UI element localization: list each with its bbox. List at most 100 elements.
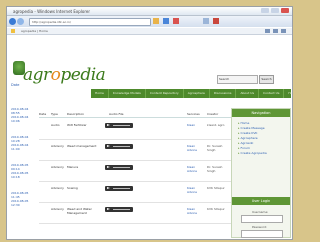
rss-icon[interactable] xyxy=(153,18,159,24)
play-icon[interactable] xyxy=(107,145,110,147)
audio-player[interactable] xyxy=(105,207,133,212)
creator-cell: KVK Sitapur xyxy=(207,207,225,211)
menu-item-home[interactable]: Home xyxy=(91,89,109,98)
play-icon[interactable] xyxy=(107,166,110,168)
navigation-panel: Navigation Home Create Message Create KV… xyxy=(231,108,291,238)
audio-player[interactable] xyxy=(105,165,133,170)
audio-seek-bar[interactable] xyxy=(113,146,130,147)
page-menu-icon[interactable] xyxy=(265,29,270,33)
date-link[interactable]: 2010-08-04 10:28 xyxy=(11,135,35,143)
print-icon[interactable] xyxy=(273,29,278,33)
creator-cell: Dr. Suresh Singh xyxy=(207,165,223,173)
menu-item-about-us[interactable]: About Us xyxy=(236,89,260,98)
page-tools xyxy=(265,29,286,33)
date-link[interactable]: 2010-08-05 09:14 xyxy=(11,163,35,171)
window-controls xyxy=(261,8,289,13)
table-row: Advisory Manure Kisan Advice Dr. Suresh … xyxy=(39,161,231,182)
table-row: Audio Wilt Fertilizer Kisan kisan1 agro xyxy=(39,119,231,140)
date-link[interactable]: 2010-08-04 10:06 xyxy=(11,115,35,123)
audio-player[interactable] xyxy=(105,144,133,149)
search-provider-icon[interactable] xyxy=(203,18,209,24)
menu-item-help[interactable]: Help xyxy=(284,89,292,98)
play-icon[interactable] xyxy=(107,187,110,189)
audio-seek-bar[interactable] xyxy=(113,188,130,189)
service-link[interactable]: Kisan Advice xyxy=(187,207,203,215)
menu-item-contact-us[interactable]: Contact Us xyxy=(259,89,285,98)
description-cell: Sowing xyxy=(67,186,78,190)
column-header: Description xyxy=(67,112,85,116)
audio-player[interactable] xyxy=(105,123,133,128)
password-field[interactable] xyxy=(241,230,283,238)
type-cell: Advisory xyxy=(51,144,64,148)
menu-item-knowledge-models[interactable]: Knowledge Models xyxy=(109,89,146,98)
date-link[interactable]: 2010-08-04 08:55 xyxy=(11,107,35,115)
service-link[interactable]: Kisan Advice xyxy=(187,144,203,152)
creator-cell: KVK Sitapur xyxy=(207,186,225,190)
description-cell: Weed management xyxy=(67,144,97,148)
panel-link[interactable]: Create Agropedia xyxy=(238,151,284,156)
description-cell: Weed and Water Management xyxy=(67,207,92,215)
favorites-star-icon[interactable] xyxy=(11,29,15,33)
minimize-button[interactable] xyxy=(261,8,269,13)
date-link[interactable]: 2010-08-05 10:18 xyxy=(11,171,35,179)
service-link[interactable]: Kisan xyxy=(187,123,195,127)
search-input[interactable]: Search xyxy=(217,75,258,84)
site-header: agropedia Search Search Home Knowledge M… xyxy=(7,35,292,103)
table-row: Advisory Weed management Kisan Advice Dr… xyxy=(39,140,231,161)
active-tab-label[interactable]: agropedia | Home xyxy=(21,29,48,33)
tools-menu-icon[interactable] xyxy=(281,29,286,33)
column-header: Audio File xyxy=(109,112,124,116)
menu-item-content-repository[interactable]: Content Repository xyxy=(146,89,184,98)
column-header: Creator xyxy=(207,112,219,116)
username-label: Username: xyxy=(252,210,269,214)
creator-cell: kisan1 agro xyxy=(207,123,225,127)
forward-arrow-icon[interactable] xyxy=(17,18,24,25)
home-icon[interactable] xyxy=(213,18,219,24)
back-arrow-icon[interactable] xyxy=(9,18,16,25)
type-cell: Advisory xyxy=(51,207,64,211)
address-bar[interactable]: http://agropedia.iitk.ac.in/ xyxy=(29,18,151,26)
type-cell: Audio xyxy=(51,123,60,127)
refresh-icon[interactable] xyxy=(163,18,169,24)
close-button[interactable] xyxy=(281,8,289,13)
password-label: Password: xyxy=(252,225,268,229)
date-link[interactable]: 2010-08-05 12:30 xyxy=(11,199,35,207)
table-row: Advisory Sowing Kisan Advice KVK Sitapur xyxy=(39,182,231,203)
main-menu: Home Knowledge Models Content Repository… xyxy=(91,89,292,98)
panel-menu: Home Create Message Create KVK Agrospher… xyxy=(232,117,290,160)
favorites-bar: agropedia | Home xyxy=(7,28,292,35)
audio-seek-bar[interactable] xyxy=(113,167,130,168)
column-header: Date xyxy=(39,112,47,116)
audio-seek-bar[interactable] xyxy=(113,209,130,210)
type-cell: Advisory xyxy=(51,186,64,190)
browser-title-bar: agropedia - Windows Internet Explorer xyxy=(7,7,292,16)
column-header: Type xyxy=(51,112,58,116)
column-header: Services xyxy=(187,112,200,116)
service-link[interactable]: Kisan Advice xyxy=(187,186,203,194)
service-link[interactable]: Kisan Advice xyxy=(187,165,203,173)
creator-cell: Dr. Suresh Singh xyxy=(207,144,223,152)
maximize-button[interactable] xyxy=(271,8,279,13)
date-link[interactable]: 2010-08-04 11:00 xyxy=(11,143,35,151)
date-link[interactable]: 2010-08-05 11:45 xyxy=(11,191,35,199)
table-row: Advisory Weed and Water Management Kisan… xyxy=(39,203,231,224)
description-cell: Wilt Fertilizer xyxy=(67,123,87,127)
menu-item-discussions[interactable]: Discussions xyxy=(210,89,237,98)
audio-seek-bar[interactable] xyxy=(113,125,130,126)
menu-item-agrosphere[interactable]: Agrosphere xyxy=(184,89,210,98)
date-column: Date 2010-08-04 08:55 2010-08-04 10:06 2… xyxy=(11,83,35,207)
username-field[interactable] xyxy=(241,215,283,223)
audio-player[interactable] xyxy=(105,186,133,191)
description-cell: Manure xyxy=(67,165,79,169)
search-button[interactable]: Search xyxy=(259,75,274,84)
monitor-screen: agropedia - Windows Internet Explorer ht… xyxy=(6,6,293,240)
date-heading: Date xyxy=(11,83,20,87)
panel-heading: Navigation xyxy=(232,109,290,117)
play-icon[interactable] xyxy=(107,208,110,210)
window-title: agropedia - Windows Internet Explorer xyxy=(13,9,91,14)
browser-navigation-bar: http://agropedia.iitk.ac.in/ xyxy=(7,16,292,27)
play-icon[interactable] xyxy=(107,124,110,126)
stop-icon[interactable] xyxy=(173,18,179,24)
site-logo[interactable]: agropedia xyxy=(23,65,106,85)
table-header: Date Type Description Audio File Service… xyxy=(39,111,231,118)
